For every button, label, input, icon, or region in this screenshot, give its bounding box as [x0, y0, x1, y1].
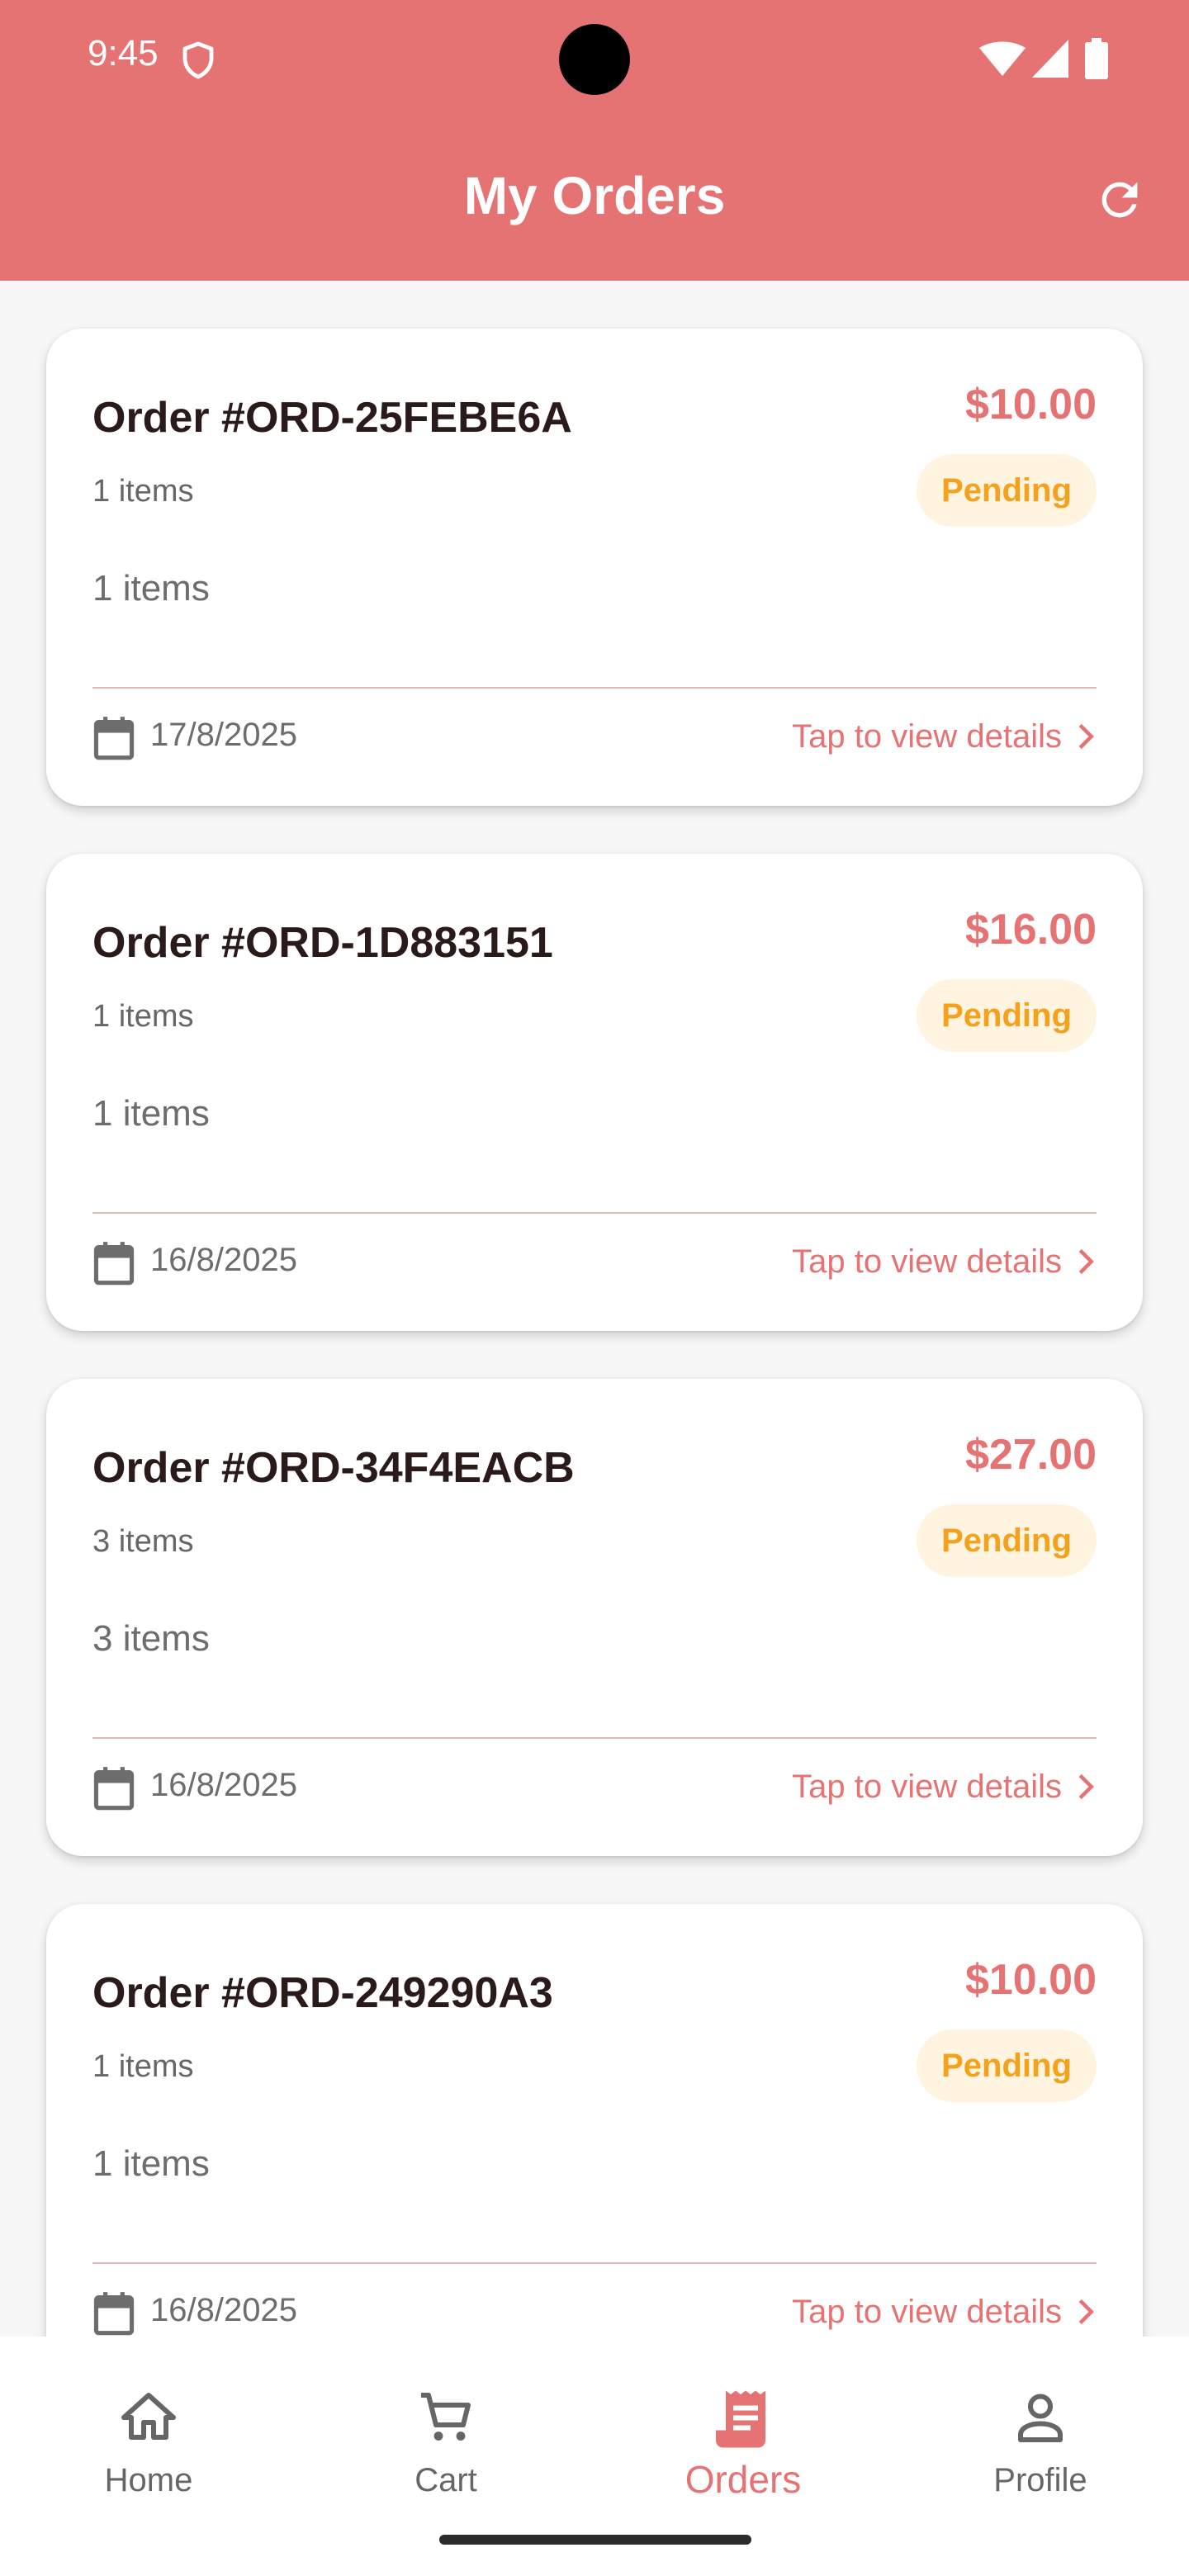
items-description: 1 items — [92, 568, 210, 608]
status-time: 9:45 — [88, 33, 159, 73]
status-bar: 9:45 — [0, 0, 1189, 116]
view-details-label: Tap to view details — [792, 2293, 1062, 2330]
order-card[interactable]: Order #ORD-249290A3 $10.00 1 items Pendi… — [46, 1904, 1143, 2337]
app-bar: 9:45 My Orders — [0, 0, 1189, 281]
items-description: 1 items — [92, 2143, 210, 2184]
view-details-label: Tap to view details — [792, 1768, 1062, 1805]
item-count: 1 items — [92, 474, 194, 509]
cart-icon — [421, 2393, 471, 2441]
card-divider — [92, 687, 1097, 689]
refresh-icon — [1101, 182, 1138, 218]
home-icon — [121, 2393, 176, 2440]
nav-orders-label: Orders — [685, 2458, 802, 2501]
view-details-link[interactable]: Tap to view details — [792, 2289, 1098, 2335]
nav-profile[interactable]: Profile — [933, 2361, 1148, 2526]
order-date: 16/8/2025 — [150, 1767, 297, 1803]
item-count: 1 items — [92, 999, 194, 1034]
chevron-right-icon — [1078, 723, 1094, 750]
card-divider — [92, 1212, 1097, 1214]
wifi-icon — [979, 41, 1026, 76]
orders-icon — [716, 2390, 765, 2448]
order-date: 17/8/2025 — [150, 717, 297, 753]
signal-icon — [1032, 40, 1068, 78]
view-details-link[interactable]: Tap to view details — [792, 713, 1098, 760]
nav-profile-label: Profile — [993, 2462, 1087, 2498]
item-count: 1 items — [92, 2049, 194, 2084]
card-divider — [92, 2262, 1097, 2264]
battery-icon — [1085, 38, 1108, 79]
order-price: $27.00 — [964, 1431, 1097, 1479]
card-divider — [92, 1737, 1097, 1739]
nav-cart-label: Cart — [414, 2462, 477, 2498]
status-badge: Pending — [917, 2029, 1097, 2102]
view-details-label: Tap to view details — [792, 717, 1062, 755]
profile-icon — [1018, 2394, 1063, 2442]
order-id: Order #ORD-249290A3 — [92, 1969, 553, 2017]
view-details-link[interactable]: Tap to view details — [792, 1238, 1098, 1285]
status-badge: Pending — [917, 454, 1097, 527]
item-count: 3 items — [92, 1524, 194, 1559]
chevron-right-icon — [1078, 1248, 1094, 1275]
items-description: 1 items — [92, 1093, 210, 1134]
order-card[interactable]: Order #ORD-34F4EACB $27.00 3 items Pendi… — [46, 1379, 1143, 1856]
order-card[interactable]: Order #ORD-25FEBE6A $10.00 1 items Pendi… — [46, 329, 1143, 806]
order-price: $10.00 — [964, 1956, 1097, 2004]
refresh-button[interactable] — [1090, 170, 1149, 230]
order-price: $16.00 — [964, 906, 1097, 954]
status-badge: Pending — [917, 979, 1097, 1052]
view-details-label: Tap to view details — [792, 1243, 1062, 1280]
order-price: $10.00 — [964, 381, 1097, 429]
status-badge: Pending — [917, 1504, 1097, 1577]
calendar-icon — [93, 2292, 135, 2336]
view-details-link[interactable]: Tap to view details — [792, 1764, 1098, 1810]
nav-home[interactable]: Home — [41, 2361, 256, 2526]
order-id: Order #ORD-34F4EACB — [92, 1444, 575, 1492]
shield-icon — [182, 41, 214, 79]
order-date: 16/8/2025 — [150, 1242, 297, 1278]
chevron-right-icon — [1078, 2299, 1094, 2325]
page-title: My Orders — [463, 166, 726, 225]
chevron-right-icon — [1078, 1773, 1094, 1800]
order-card[interactable]: Order #ORD-1D883151 $16.00 1 items Pendi… — [46, 854, 1143, 1331]
nav-orders[interactable]: Orders — [636, 2361, 850, 2526]
calendar-icon — [93, 717, 135, 760]
orders-list[interactable]: Order #ORD-25FEBE6A $10.00 1 items Pendi… — [0, 281, 1189, 2337]
order-date: 16/8/2025 — [150, 2292, 297, 2328]
calendar-icon — [93, 1242, 135, 1286]
items-description: 3 items — [92, 1618, 210, 1659]
order-id: Order #ORD-1D883151 — [92, 919, 553, 967]
orders-screen: 9:45 My Orders Order #ORD-25FEBE6A $10.0… — [0, 0, 1189, 2576]
nav-cart[interactable]: Cart — [339, 2361, 553, 2526]
home-indicator[interactable] — [439, 2535, 751, 2545]
nav-home-label: Home — [104, 2462, 193, 2498]
camera-cutout — [559, 24, 630, 95]
calendar-icon — [93, 1767, 135, 1811]
order-id: Order #ORD-25FEBE6A — [92, 394, 572, 442]
